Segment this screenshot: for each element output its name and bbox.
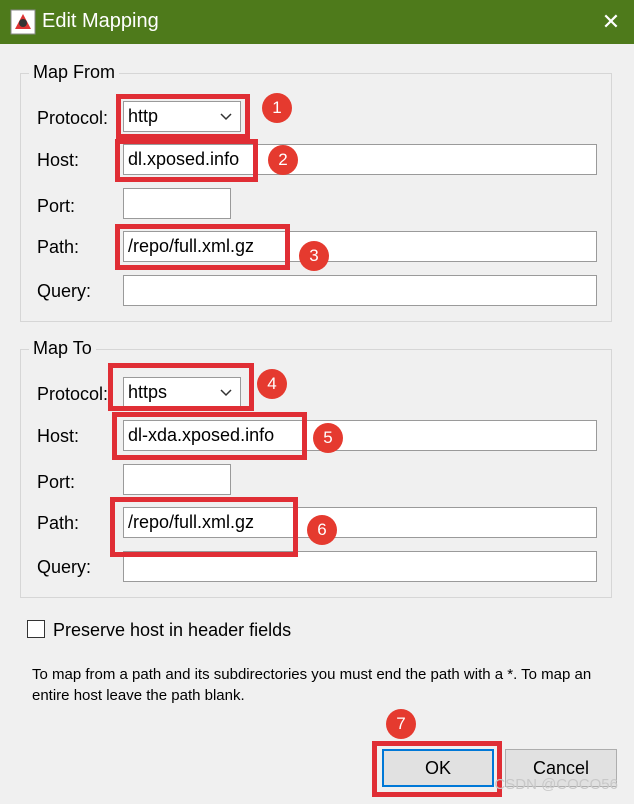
close-icon: ✕: [601, 9, 621, 34]
to-query-field[interactable]: [123, 551, 597, 582]
to-protocol-label: Protocol:: [37, 384, 109, 404]
to-path-label: Path:: [37, 513, 80, 533]
from-protocol-label: Protocol:: [37, 108, 109, 128]
from-host-field[interactable]: dl.xposed.info: [123, 144, 597, 175]
map-to-legend: Map To: [29, 338, 96, 359]
to-path-field[interactable]: /repo/full.xml.gz: [123, 507, 597, 538]
to-port-field[interactable]: [123, 464, 231, 495]
from-port-field[interactable]: [123, 188, 231, 219]
to-host-field[interactable]: dl-xda.xposed.info: [123, 420, 597, 451]
app-icon: [10, 9, 36, 35]
to-protocol-select[interactable]: https: [123, 377, 241, 408]
from-protocol-select[interactable]: http: [123, 101, 241, 132]
to-port-label: Port:: [37, 472, 76, 492]
preserve-host-checkbox[interactable]: [27, 620, 45, 638]
to-protocol-value: https: [128, 382, 168, 402]
annotation-badge-3: 3: [299, 241, 329, 271]
from-path-label: Path:: [37, 237, 80, 257]
close-button[interactable]: ✕: [588, 0, 634, 44]
annotation-badge-4: 4: [257, 369, 287, 399]
map-from-legend: Map From: [29, 62, 120, 83]
ok-button[interactable]: OK: [382, 749, 494, 787]
annotation-badge-2: 2: [268, 145, 298, 175]
chevron-down-icon: [220, 102, 232, 131]
from-port-label: Port:: [37, 196, 76, 216]
annotation-badge-1: 1: [262, 93, 292, 123]
chevron-down-icon: [220, 378, 232, 407]
help-text: To map from a path and its subdirectorie…: [32, 666, 592, 704]
annotation-badge-5: 5: [313, 423, 343, 453]
window-title: Edit Mapping: [42, 10, 159, 32]
from-host-label: Host:: [37, 150, 80, 170]
preserve-host-label[interactable]: Preserve host in header fields: [53, 620, 291, 641]
from-query-label: Query:: [37, 281, 92, 301]
watermark: CSDN @COCO56: [494, 776, 618, 793]
from-protocol-value: http: [128, 106, 159, 126]
from-query-field[interactable]: [123, 275, 597, 306]
annotation-badge-6: 6: [307, 515, 337, 545]
to-query-label: Query:: [37, 557, 92, 577]
title-bar: Edit Mapping ✕: [0, 0, 634, 44]
to-host-label: Host:: [37, 426, 80, 446]
from-path-field[interactable]: /repo/full.xml.gz: [123, 231, 597, 262]
annotation-badge-7: 7: [386, 709, 416, 739]
